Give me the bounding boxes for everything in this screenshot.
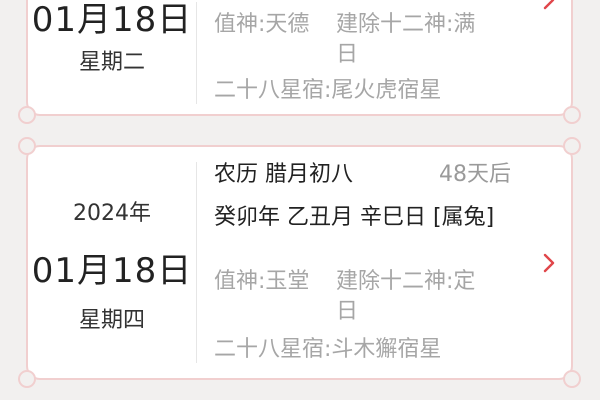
zhishen-row: 值神:玉堂 建除十二神:定日 [214,267,531,327]
chevron-right-icon[interactable] [541,0,557,14]
lunar-date: 农历 腊月初八 [214,162,353,187]
weekday: 星期四 [78,308,145,333]
jianchu: 建除十二神:定日 [336,269,476,324]
solar-year: 2024年 [73,201,151,226]
card-notch [563,106,581,124]
zhishen: 值神:天德 [214,12,310,37]
xingxiu-row: 二十八星宿:尾火虎宿星 [214,78,442,103]
solar-day: 01月18日 [31,251,193,291]
lunar-info: 值神:天德 建除十二神:满日 二十八星宿:尾火虎宿星 [214,0,531,114]
zhishen-row: 值神:天德 建除十二神:满日 [214,10,531,70]
days-after: 48天后 [439,162,511,187]
xingxiu-row: 二十八星宿:斗木獬宿星 [214,337,442,362]
chevron-right-icon[interactable] [541,249,557,277]
column-divider [196,2,197,104]
lunar-date-row: 农历 腊月初八 48天后 [214,160,531,190]
lunar-info: 农历 腊月初八 48天后 癸卯年 乙丑月 辛巳日 [属兔] 值神:玉堂 建除十二神… [214,147,531,378]
column-divider [196,162,197,363]
date-card[interactable]: 2024年 01月18日 星期四 农历 腊月初八 48天后 癸卯年 乙丑月 辛巳… [18,137,581,388]
solar-day: 01月18日 [31,0,193,40]
date-card[interactable]: 01月18日 星期二 值神:天德 建除十二神:满日 二十八星宿:尾火虎宿星 [18,0,581,124]
ganzhi-row: 癸卯年 乙丑月 辛巳日 [属兔] [214,205,495,230]
card-notch [563,137,581,155]
calendar-list-screen: 01月18日 星期二 值神:天德 建除十二神:满日 二十八星宿:尾火虎宿星 202… [0,0,600,400]
jianchu: 建除十二神:满日 [336,12,476,67]
card-notch [563,370,581,388]
zhishen: 值神:玉堂 [214,269,310,294]
date-column: 2024年 01月18日 星期四 [28,147,196,378]
date-column: 01月18日 星期二 [28,0,196,114]
weekday: 星期二 [78,50,145,75]
